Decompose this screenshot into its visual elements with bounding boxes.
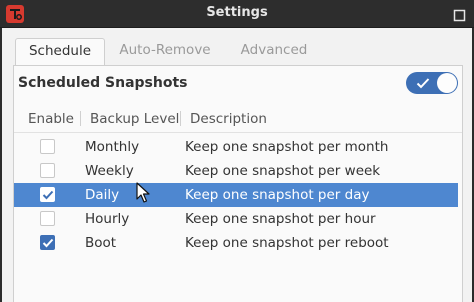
table-row[interactable]: Boot Keep one snapshot per reboot xyxy=(14,231,458,255)
description-cell: Keep one snapshot per week xyxy=(185,163,381,179)
enable-checkbox[interactable] xyxy=(40,187,55,202)
backup-level-cell: Hourly xyxy=(85,211,130,227)
enable-checkbox[interactable] xyxy=(40,235,55,250)
header-divider xyxy=(14,132,462,133)
enable-checkbox[interactable] xyxy=(40,163,55,178)
column-divider xyxy=(80,111,81,126)
enable-checkbox[interactable] xyxy=(40,211,55,226)
table-row[interactable]: Monthly Keep one snapshot per month xyxy=(14,135,458,159)
tab-auto-remove[interactable]: Auto-Remove xyxy=(109,38,221,65)
maximize-button[interactable] xyxy=(453,7,466,22)
column-divider xyxy=(180,111,181,126)
backup-level-cell: Boot xyxy=(85,235,117,251)
toggle-knob xyxy=(437,73,457,93)
tab-advanced[interactable]: Advanced xyxy=(229,38,319,65)
tab-schedule[interactable]: Schedule xyxy=(15,38,105,65)
column-header-backup-level[interactable]: Backup Level xyxy=(90,107,179,131)
title-bar: Settings xyxy=(0,0,474,28)
schedule-panel: Scheduled Snapshots Enable Backup Level … xyxy=(13,65,463,302)
backup-level-cell: Weekly xyxy=(85,163,134,179)
description-cell: Keep one snapshot per day xyxy=(185,187,370,203)
window-title: Settings xyxy=(206,5,268,20)
backup-level-cell: Daily xyxy=(85,187,120,203)
column-header-description[interactable]: Description xyxy=(190,107,267,131)
checkmark-icon xyxy=(42,190,54,200)
column-header-enable[interactable]: Enable xyxy=(28,107,74,131)
section-title: Scheduled Snapshots xyxy=(18,75,188,91)
check-icon xyxy=(416,78,430,89)
enable-checkbox[interactable] xyxy=(40,139,55,154)
description-cell: Keep one snapshot per month xyxy=(185,139,389,155)
table-row[interactable]: Hourly Keep one snapshot per hour xyxy=(14,207,458,231)
settings-window: Schedule Auto-Remove Advanced Scheduled … xyxy=(2,28,472,302)
description-cell: Keep one snapshot per reboot xyxy=(185,235,389,251)
description-cell: Keep one snapshot per hour xyxy=(185,211,376,227)
scheduled-snapshots-toggle[interactable] xyxy=(406,72,458,94)
checkmark-icon xyxy=(42,238,54,248)
mouse-pointer-icon xyxy=(136,182,150,208)
table-row-selected[interactable]: Daily Keep one snapshot per day xyxy=(14,183,458,207)
backup-level-cell: Monthly xyxy=(85,139,140,155)
table-row[interactable]: Weekly Keep one snapshot per week xyxy=(14,159,458,183)
